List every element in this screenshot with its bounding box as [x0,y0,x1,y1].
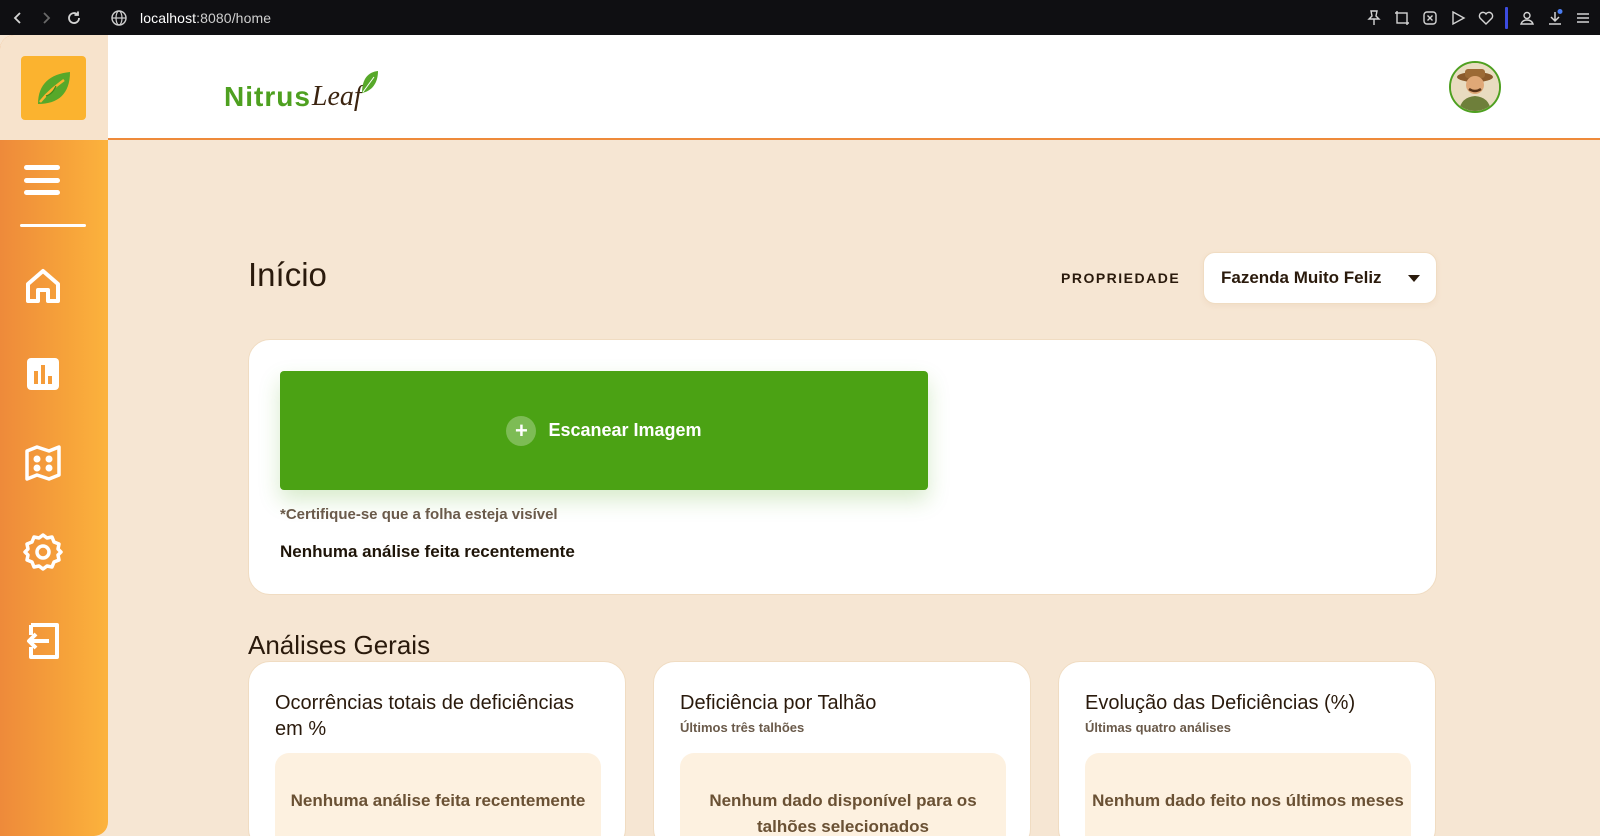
sidebar-logo-area [0,35,108,140]
screenshot-icon[interactable] [1393,9,1411,27]
scan-button-label: Escanear Imagem [548,420,702,440]
sidebar-divider [20,224,86,227]
url-host: localhost [140,9,197,26]
play-icon[interactable] [1449,9,1467,27]
scan-image-button[interactable]: + Escanear Imagem [280,371,928,490]
stat-card-occurrences: Ocorrências totais de deficiências em % … [248,661,626,836]
map-icon[interactable] [22,442,64,484]
stat-card-title: Deficiência por Talhão [680,692,877,714]
stat-card-by-plot: Deficiência por Talhão Últimos três talh… [653,661,1031,836]
reload-icon[interactable] [60,4,88,32]
address-bar[interactable]: localhost:8080/home [140,10,271,26]
stat-card-evolution: Evolução das Deficiências (%) Últimas qu… [1058,661,1436,836]
gear-icon[interactable] [22,531,64,573]
property-select[interactable]: Fazenda Muito Feliz [1203,252,1437,304]
back-icon[interactable] [4,4,32,32]
globe-icon [110,9,128,27]
stat-card-empty: Nenhum dado feito nos últimos meses [1085,753,1411,836]
stat-card-subtitle: Últimas quatro análises [1085,720,1231,735]
stat-card-title: Evolução das Deficiências (%) [1085,692,1356,714]
property-selected-value: Fazenda Muito Feliz [1221,268,1382,287]
menu-icon[interactable] [1574,9,1592,27]
brand-name-part1: Nitrus [224,81,311,112]
recent-analyses-empty: Nenhuma análise feita recentemente [280,542,575,561]
property-label: PROPRIEDADE [1061,270,1181,286]
pin-icon[interactable] [1365,9,1383,27]
stat-card-empty: Nenhuma análise feita recentemente [275,753,601,836]
brand-logo[interactable]: Nitrus Leaf [224,63,380,113]
home-icon[interactable] [22,265,64,307]
bar-chart-icon[interactable] [22,353,64,395]
close-box-icon[interactable] [1421,9,1439,27]
logout-icon[interactable] [22,620,64,662]
brand-name-part2: Leaf [311,81,362,112]
stat-card-title: Ocorrências totais de deficiências em % [275,692,575,740]
user-avatar[interactable] [1449,61,1501,113]
browser-toolbar: localhost:8080/home [0,0,1600,35]
scan-hint: *Certifique-se que a folha esteja visíve… [280,506,558,523]
stat-card-subtitle: Últimos três talhões [680,720,805,735]
forward-icon[interactable] [32,4,60,32]
extension-bar [1365,0,1600,35]
app-logo-icon[interactable] [21,56,86,120]
top-header: Nitrus Leaf [108,35,1600,140]
stat-card-empty: Nenhum dado disponível para os talhões s… [680,753,1006,836]
hamburger-menu-icon[interactable] [22,163,62,197]
plus-icon: + [506,415,537,446]
sidebar [0,35,108,836]
url-path: :8080/home [196,9,272,26]
page-title: Início [248,256,327,293]
section-title: Análises Gerais [248,630,431,660]
profile-icon[interactable] [1518,9,1536,27]
download-icon[interactable] [1546,8,1564,27]
heart-icon[interactable] [1477,9,1495,27]
chevron-down-icon [1408,275,1420,282]
toolbar-separator [1505,6,1508,29]
scan-card: + Escanear Imagem *Certifique-se que a f… [248,339,1437,595]
brand-leaf-icon [361,71,378,93]
